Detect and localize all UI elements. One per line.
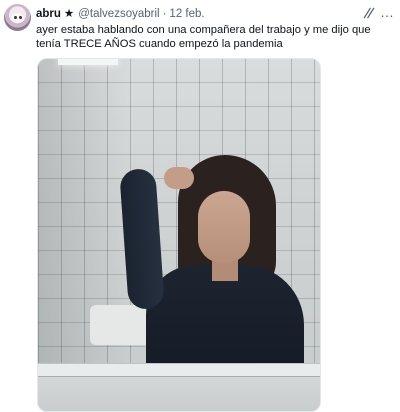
tweet-header: abru ★ @talvezsoyabril · 12 feb. (36, 6, 396, 22)
tweet: abru ★ @talvezsoyabril · 12 feb. … ayer … (0, 0, 400, 412)
avatar-eye-left (14, 16, 17, 19)
photo-shadow (38, 59, 128, 411)
tweet-media-photo[interactable] (37, 58, 321, 412)
tweet-date[interactable]: 12 feb. (169, 7, 204, 21)
photo-face (198, 191, 250, 263)
photo-shelf-bottom (38, 377, 320, 411)
tweet-text: ayer estaba hablando con una compañera d… (36, 24, 371, 50)
avatar-eye-right (19, 16, 22, 19)
photo-ceiling-light (58, 59, 118, 65)
photo-sink (90, 305, 150, 345)
avatar-face (11, 13, 24, 23)
grok-icon[interactable] (362, 6, 376, 20)
avatar[interactable] (4, 4, 31, 31)
display-name[interactable]: abru (36, 7, 61, 21)
name-badge: ★ (63, 8, 75, 20)
user-handle[interactable]: @talvezsoyabril (78, 7, 159, 21)
photo-shelf (38, 363, 320, 377)
more-icon[interactable]: … (380, 5, 394, 19)
photo-hand (164, 167, 194, 189)
separator-dot: · (162, 8, 167, 20)
